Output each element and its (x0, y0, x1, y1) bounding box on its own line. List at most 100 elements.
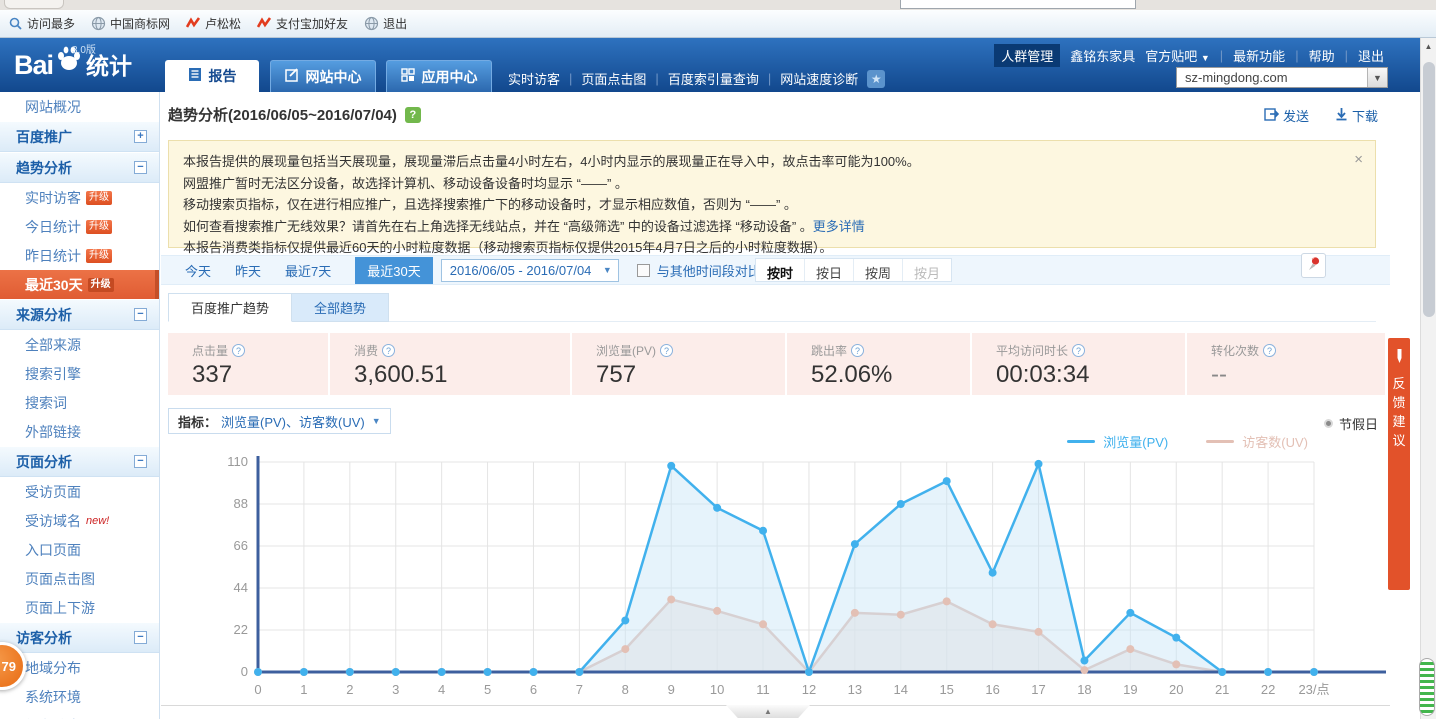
help-icon[interactable]: ? (1263, 344, 1276, 357)
sidebar-item-today-stats[interactable]: 今日统计升级 (0, 212, 159, 241)
help-icon[interactable]: ? (851, 344, 864, 357)
star-icon[interactable]: ★ (867, 70, 885, 88)
sidebar-item-visited-pages[interactable]: 受访页面 (0, 477, 159, 506)
pin-button[interactable] (1301, 253, 1326, 278)
legend-pv[interactable]: 浏览量(PV) (1067, 432, 1168, 451)
baidu-index-query-link[interactable]: 百度索引量查询 (668, 69, 759, 88)
sidebar-item-all-sources[interactable]: 全部来源 (0, 330, 159, 359)
latest-features-link[interactable]: 最新功能 (1233, 46, 1285, 65)
sidebar-item-search-terms[interactable]: 搜索词 (0, 388, 159, 417)
sidebar-item-page-click-map[interactable]: 页面点击图 (0, 564, 159, 593)
legend-uv[interactable]: 访客数(UV) (1206, 432, 1308, 451)
bookmark-logout[interactable]: 退出 (364, 15, 407, 32)
notice-box: 本报告提供的展现量包括当天展现量，展现量滞后点击量4小时左右，4小时内显示的展现… (168, 140, 1376, 248)
stats-row: 点击量? 337 消费? 3,600.51 浏览量(PV)? 757 跳出率? … (168, 333, 1385, 395)
bookmark-lusongsong[interactable]: 卢松松 (186, 15, 241, 32)
sidebar-item-external-links[interactable]: 外部链接 (0, 417, 159, 446)
sidebar-item-new-returning-visitors[interactable]: 新老访客 (0, 711, 159, 719)
collapse-panel-handle[interactable]: ▲ (726, 705, 810, 718)
feedback-button[interactable]: 反馈建议 (1388, 338, 1410, 590)
help-icon[interactable]: ? (405, 107, 421, 123)
close-icon[interactable]: × (1354, 149, 1363, 171)
tab-site-center[interactable]: 网站中心 (270, 60, 376, 92)
collapse-icon[interactable]: − (134, 308, 147, 321)
realtime-visitors-link[interactable]: 实时访客 (508, 69, 560, 88)
legend-pv-swatch (1067, 440, 1095, 443)
report-tabs: 百度推广趋势 全部趋势 (168, 293, 389, 322)
bookmark-china-trademark[interactable]: 中国商标网 (91, 15, 170, 32)
tab-report[interactable]: 报告 (165, 60, 259, 92)
sidebar-item-entry-pages[interactable]: 入口页面 (0, 535, 159, 564)
granularity-daily[interactable]: 按日 (804, 259, 853, 281)
download-button[interactable]: 下载 (1335, 106, 1378, 125)
official-tieba-link[interactable]: 官方贴吧 ▼ (1145, 46, 1210, 65)
tab-baidu-promotion-trend[interactable]: 百度推广趋势 (168, 293, 292, 322)
holiday-toggle[interactable]: 节假日 (1324, 414, 1378, 433)
sidebar-item-system-environment[interactable]: 系统环境 (0, 682, 159, 711)
baidu-tongji-logo[interactable]: Bai 统计 3.0版 (14, 44, 132, 81)
sidebar-section-visitor-analysis[interactable]: 访客分析− (0, 622, 159, 653)
granularity-hourly[interactable]: 按时 (756, 259, 804, 281)
legend-pv-label: 浏览量(PV) (1103, 432, 1168, 451)
bookmark-visit-most[interactable]: 访问最多 (8, 15, 75, 32)
compare-label[interactable]: 与其他时间段对比 (657, 261, 761, 280)
page-click-map-link[interactable]: 页面点击图 (581, 69, 646, 88)
pen-icon (1394, 348, 1405, 367)
send-button[interactable]: 发送 (1264, 106, 1309, 125)
svg-text:16: 16 (985, 682, 999, 697)
bookmark-alipay-friend[interactable]: 支付宝加好友 (257, 15, 348, 32)
sidebar-item-page-flow[interactable]: 页面上下游 (0, 593, 159, 622)
sidebar-item-site-overview[interactable]: 网站概况 (0, 92, 159, 121)
tab-all-trend[interactable]: 全部趋势 (292, 293, 389, 322)
site-selector-dropdown[interactable]: sz-mingdong.com ▼ (1176, 67, 1388, 88)
granularity-weekly[interactable]: 按周 (853, 259, 902, 281)
sidebar-item-last-30-days[interactable]: 最近30天升级 (0, 270, 159, 299)
crowd-management-link[interactable]: 人群管理 (994, 44, 1060, 67)
svg-text:13: 13 (848, 682, 862, 697)
filter-last-7-days[interactable]: 最近7天 (285, 261, 331, 280)
sidebar-section-trend-analysis[interactable]: 趋势分析− (0, 152, 159, 183)
site-speed-diagnosis-link[interactable]: 网站速度诊断 (780, 69, 858, 88)
date-range-dropdown[interactable]: 2016/06/05 - 2016/07/04 ▼ (441, 259, 619, 282)
stat-cost: 消费? 3,600.51 (330, 333, 570, 395)
help-icon[interactable]: ? (382, 344, 395, 357)
chevron-down-icon: ▼ (603, 265, 612, 275)
scrollbar-thumb[interactable] (1423, 62, 1435, 317)
tab-app-center[interactable]: 应用中心 (386, 60, 492, 92)
help-icon[interactable]: ? (1072, 344, 1085, 357)
send-icon (1264, 107, 1279, 124)
filter-last-30-days[interactable]: 最近30天 (355, 257, 432, 284)
logout-link[interactable]: 退出 (1358, 46, 1384, 65)
collapse-icon[interactable]: − (134, 455, 147, 468)
more-details-link[interactable]: 更多详情 (813, 219, 865, 234)
collapse-icon[interactable]: − (134, 631, 147, 644)
site-name-link[interactable]: 鑫铭东家具 (1070, 46, 1135, 65)
metric-selector-dropdown[interactable]: 指标： 浏览量(PV)、访客数(UV) ▼ (168, 408, 391, 434)
help-link[interactable]: 帮助 (1309, 46, 1335, 65)
granularity-monthly[interactable]: 按月 (902, 259, 951, 281)
svg-text:19: 19 (1123, 682, 1137, 697)
upgrade-badge: 升级 (88, 278, 114, 292)
vertical-scrollbar[interactable]: ▲ (1420, 38, 1436, 719)
sidebar-item-realtime-visitors[interactable]: 实时访客升级 (0, 183, 159, 212)
scroll-up-icon[interactable]: ▲ (1421, 38, 1436, 54)
stat-value: -- (1211, 361, 1385, 389)
help-icon[interactable]: ? (660, 344, 673, 357)
wave-icon (186, 16, 201, 31)
chevron-down-icon[interactable]: ▼ (1367, 68, 1387, 87)
expand-icon[interactable]: + (134, 130, 147, 143)
collapse-icon[interactable]: − (134, 161, 147, 174)
svg-text:12: 12 (802, 682, 816, 697)
filter-today[interactable]: 今天 (185, 261, 211, 280)
sidebar-item-yesterday-stats[interactable]: 昨日统计升级 (0, 241, 159, 270)
svg-text:0: 0 (241, 664, 248, 679)
holiday-dot-icon (1324, 419, 1333, 428)
filter-yesterday[interactable]: 昨天 (235, 261, 261, 280)
sidebar-item-search-engines[interactable]: 搜索引擎 (0, 359, 159, 388)
sidebar-section-baidu-promotion[interactable]: 百度推广+ (0, 121, 159, 152)
help-icon[interactable]: ? (232, 344, 245, 357)
sidebar-section-source-analysis[interactable]: 来源分析− (0, 299, 159, 330)
sidebar-item-visited-domains[interactable]: 受访域名new! (0, 506, 159, 535)
compare-checkbox[interactable] (637, 264, 650, 277)
sidebar-section-page-analysis[interactable]: 页面分析− (0, 446, 159, 477)
